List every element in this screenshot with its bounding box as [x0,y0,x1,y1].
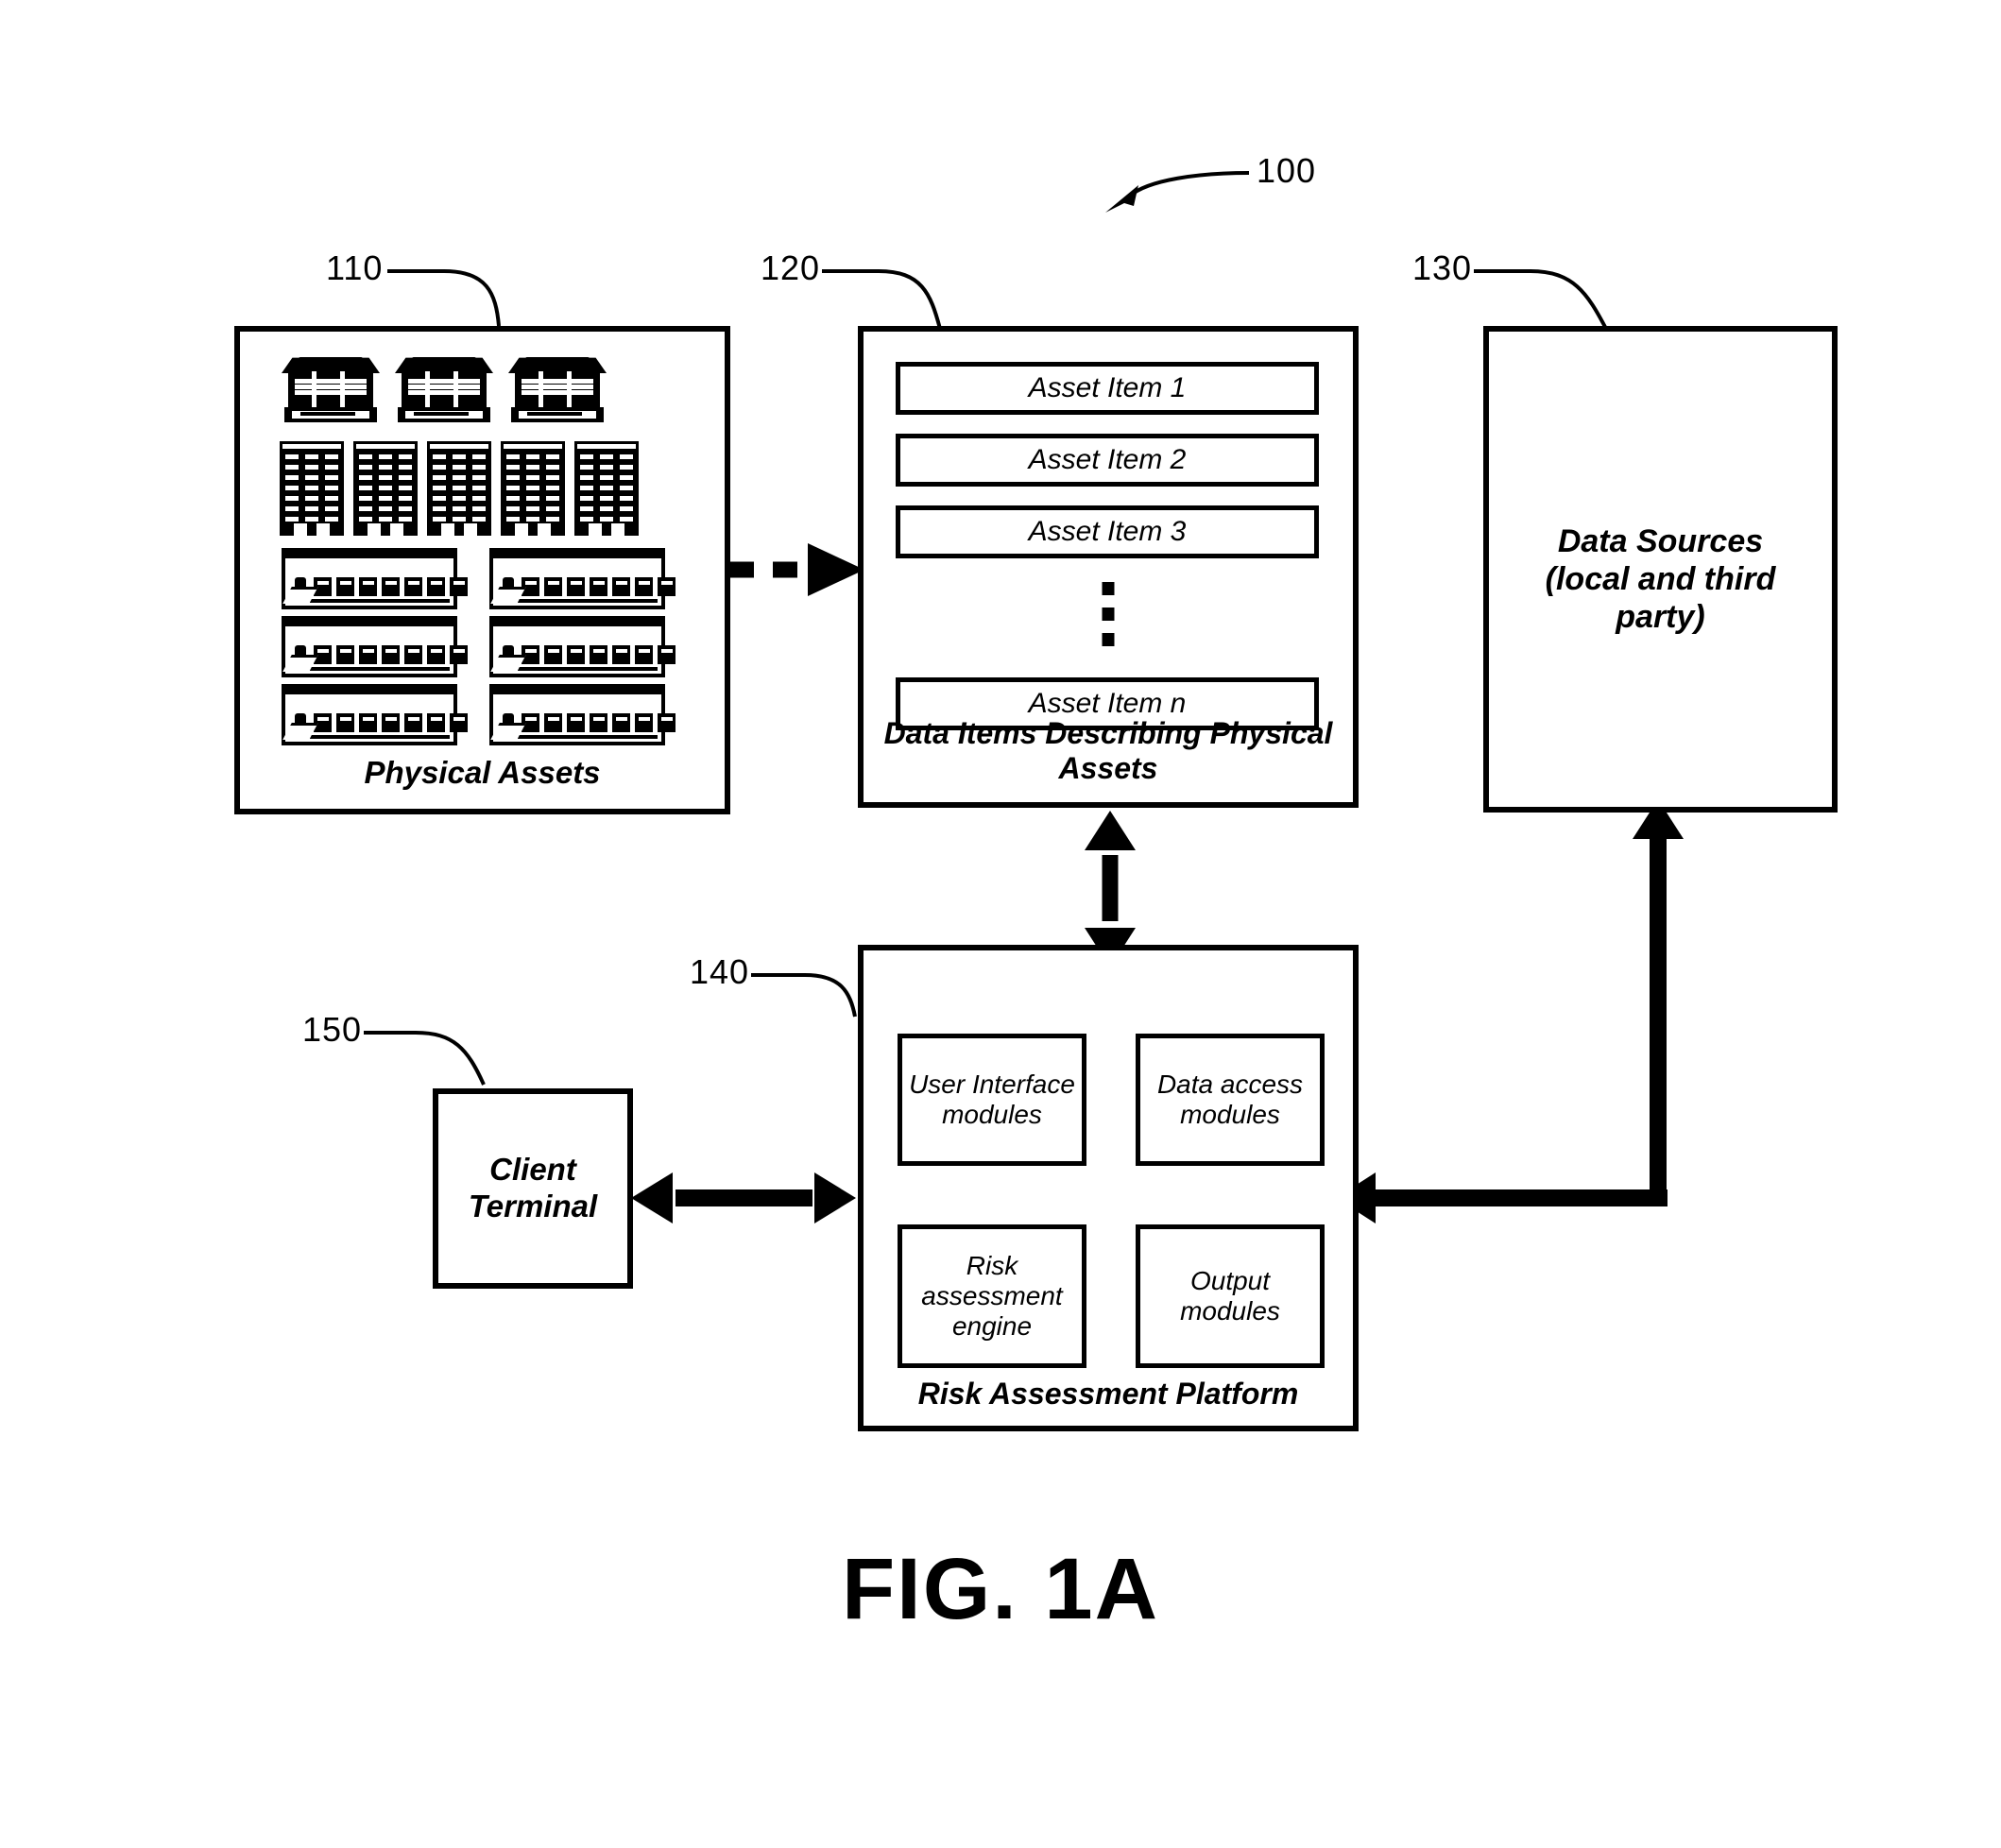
arrow-platform-to-data-sources [1336,799,1684,1223]
warehouse-row [282,548,705,609]
leader-150 [364,1031,486,1086]
physical-assets-caption: Physical Assets [364,755,601,791]
leader-110 [387,269,501,327]
warehouse-icon [282,684,468,745]
house-building-icon [282,354,380,422]
module-data-access[interactable]: Data access modules [1136,1034,1325,1166]
warehouse-icon [282,548,468,609]
client-terminal-block[interactable]: Client Terminal [433,1088,633,1289]
module-risk-assessment-engine-label: Risk assessment engine [921,1251,1063,1341]
asset-item-row[interactable]: Asset Item 2 [896,434,1319,487]
asset-item-row[interactable]: Asset Item 1 [896,362,1319,415]
warehouse-icon [489,616,676,677]
ref-120: 120 [761,248,821,287]
ref-140: 140 [690,952,750,991]
data-items-caption: Data Items Describing Physical Assets [883,715,1333,786]
figure-label: FIG. 1A [841,1541,1160,1637]
tower-row [280,441,703,536]
module-output-label: Output modules [1180,1266,1280,1326]
apartment-tower-icon [353,441,418,536]
risk-assessment-platform-block: User Interface modules Data access modul… [858,945,1359,1431]
client-terminal-caption: Client Terminal [468,1152,598,1223]
warehouse-icon [489,548,676,609]
module-user-interface-label: User Interface modules [909,1069,1075,1129]
house-building-icon [395,354,493,422]
apartment-tower-icon [574,441,639,536]
vertical-ellipsis-icon [1102,582,1115,646]
module-output[interactable]: Output modules [1136,1224,1325,1368]
apartment-tower-icon [427,441,491,536]
data-sources-caption: Data Sources (local and third party) [1545,522,1776,635]
data-items-block: Asset Item 1 Asset Item 2 Asset Item 3 A… [858,326,1359,808]
leader-130 [1474,269,1608,330]
leader-120 [822,269,942,330]
warehouse-row [282,684,705,745]
warehouse-icon [282,616,468,677]
arrow-assets-to-data-items [729,543,864,596]
data-sources-block: Data Sources (local and third party) [1483,326,1838,813]
leader-140 [751,973,857,1018]
warehouse-icon [489,684,676,745]
leader-100 [1105,171,1250,213]
module-risk-assessment-engine[interactable]: Risk assessment engine [898,1224,1086,1368]
patent-figure-canvas: 100 110 120 130 140 150 141 142 143 144 [0,0,2001,1848]
house-building-icon [508,354,607,422]
apartment-tower-icon [501,441,565,536]
arrow-client-to-platform [631,1172,856,1223]
apartment-tower-icon [280,441,344,536]
physical-assets-block: Physical Assets [234,326,730,814]
module-user-interface[interactable]: User Interface modules [898,1034,1086,1166]
ref-100: 100 [1257,151,1317,190]
ref-130: 130 [1412,248,1473,287]
module-data-access-label: Data access modules [1156,1069,1304,1129]
warehouse-row [282,616,705,677]
house-row [282,354,705,422]
ref-150: 150 [302,1010,363,1049]
physical-assets-illustration [261,354,684,745]
platform-caption: Risk Assessment Platform [917,1377,1299,1412]
asset-item-row[interactable]: Asset Item 3 [896,505,1319,558]
ref-110: 110 [326,248,384,287]
